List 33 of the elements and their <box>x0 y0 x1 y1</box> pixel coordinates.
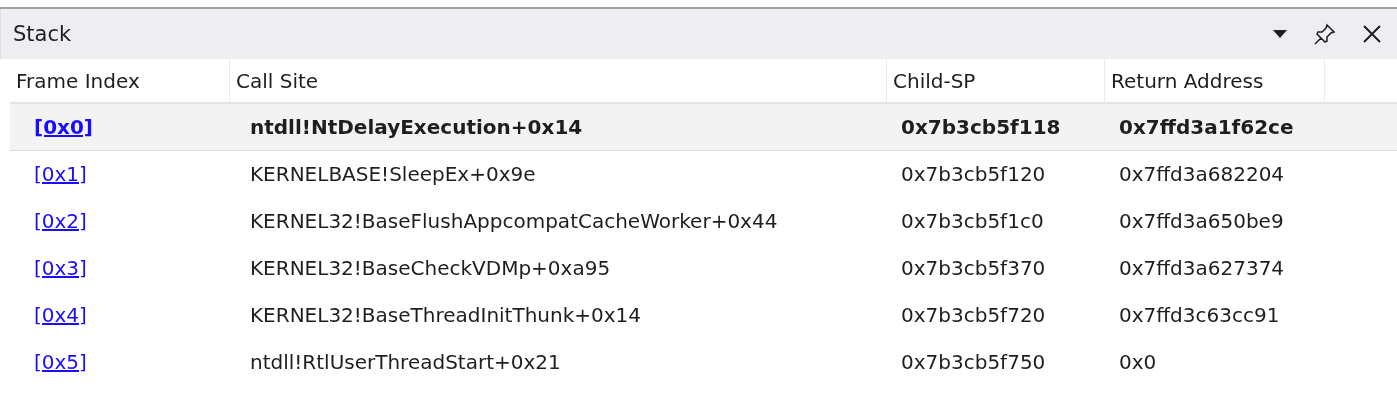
frame-index-link[interactable]: [0x1] <box>34 162 87 186</box>
child-sp-cell-text: 0x7b3cb5f1c0 <box>900 208 1045 235</box>
return-address-cell-text: 0x7ffd3a1f62ce <box>1118 114 1295 141</box>
call-site-cell-text: KERNEL32!BaseCheckVDMp+0xa95 <box>249 255 612 282</box>
call-site-cell-text: ntdll!RtlUserThreadStart+0x21 <box>249 349 562 376</box>
return-address-cell-text: 0x7ffd3c63cc91 <box>1118 302 1281 329</box>
frame-index-link[interactable]: [0x2] <box>34 209 87 233</box>
call-site-cell-text: KERNEL32!BaseFlushAppcompatCacheWorker+0x44 <box>249 208 779 235</box>
child-sp-cell-text: 0x7b3cb5f120 <box>900 161 1047 188</box>
return-address-cell-text: 0x7ffd3a627374 <box>1118 255 1286 282</box>
return-address-cell-text: 0x0 <box>1118 349 1158 376</box>
call-site-cell-text: KERNELBASE!SleepEx+0x9e <box>249 161 537 188</box>
frame-index-link[interactable]: [0x4] <box>34 303 87 327</box>
column-header[interactable]: Child-SP <box>887 59 1105 102</box>
child-sp-cell-text: 0x7b3cb5f720 <box>900 302 1047 329</box>
column-header[interactable]: Call Site <box>230 59 887 102</box>
pin-icon <box>1313 22 1337 46</box>
frame-index-link[interactable]: [0x5] <box>34 350 87 374</box>
frame-index-link[interactable]: [0x3] <box>34 256 87 280</box>
panel-title: Stack <box>13 22 73 46</box>
call-site-cell-text: ntdll!NtDelayExecution+0x14 <box>249 114 584 141</box>
child-sp-cell-text: 0x7b3cb5f750 <box>900 349 1047 376</box>
child-sp-cell-text: 0x7b3cb5f118 <box>900 114 1062 141</box>
child-sp-cell-text: 0x7b3cb5f370 <box>900 255 1047 282</box>
column-header[interactable]: Return Address <box>1105 59 1325 102</box>
call-site-cell-text: KERNEL32!BaseThreadInitThunk+0x14 <box>249 302 643 329</box>
column-header[interactable]: Frame Index <box>10 59 230 102</box>
close-icon <box>1363 25 1381 43</box>
stack-frame-row[interactable]: [0x0] ntdll!NtDelayExecution+0x14 0x7b3cb5f118 0x7ffd3a1f62ce <box>10 104 1397 151</box>
return-address-cell-text: 0x7ffd3a682204 <box>1118 161 1286 188</box>
caret-icon <box>1273 30 1287 38</box>
frame-index-link[interactable]: [0x0] <box>34 115 93 139</box>
return-address-cell-text: 0x7ffd3a650be9 <box>1118 208 1285 235</box>
